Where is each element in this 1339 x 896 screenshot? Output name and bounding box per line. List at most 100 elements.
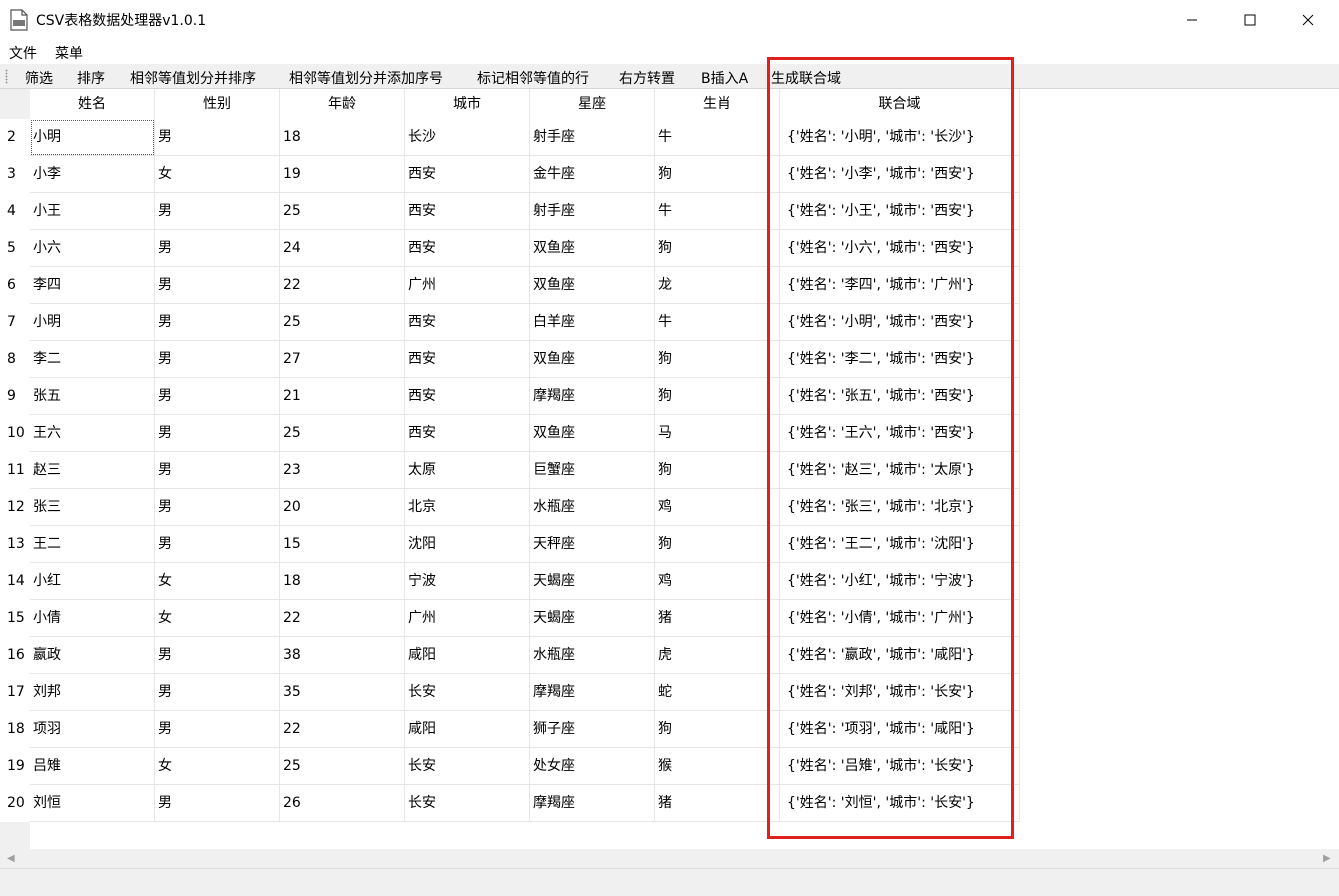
row-number[interactable]: 4	[0, 193, 30, 230]
cell-constellation[interactable]: 摩羯座	[530, 378, 655, 415]
cell-constellation[interactable]: 水瓶座	[530, 489, 655, 526]
cell-union-field[interactable]: {'姓名': '项羽', '城市': '咸阳'}	[780, 711, 1020, 748]
cell-city[interactable]: 西安	[405, 193, 530, 230]
cell-age[interactable]: 23	[280, 452, 405, 489]
cell-name[interactable]: 小倩	[30, 600, 155, 637]
cell-name[interactable]: 小明	[30, 304, 155, 341]
cell-name[interactable]: 王六	[30, 415, 155, 452]
row-number[interactable]: 11	[0, 452, 30, 489]
cell-age[interactable]: 35	[280, 674, 405, 711]
column-header-constellation[interactable]: 星座	[530, 89, 655, 119]
cell-city[interactable]: 西安	[405, 156, 530, 193]
row-number[interactable]: 5	[0, 230, 30, 267]
column-header-city[interactable]: 城市	[405, 89, 530, 119]
cell-zodiac[interactable]: 狗	[655, 230, 780, 267]
cell-zodiac[interactable]: 牛	[655, 193, 780, 230]
cell-city[interactable]: 西安	[405, 341, 530, 378]
cell-age[interactable]: 22	[280, 600, 405, 637]
row-number[interactable]: 2	[0, 119, 30, 156]
cell-union-field[interactable]: {'姓名': '张三', '城市': '北京'}	[780, 489, 1020, 526]
cell-city[interactable]: 西安	[405, 378, 530, 415]
row-number[interactable]: 7	[0, 304, 30, 341]
cell-union-field[interactable]: {'姓名': '吕雉', '城市': '长安'}	[780, 748, 1020, 785]
row-number[interactable]: 20	[0, 785, 30, 822]
cell-gender[interactable]: 男	[155, 489, 280, 526]
cell-zodiac[interactable]: 牛	[655, 119, 780, 156]
cell-gender[interactable]: 女	[155, 600, 280, 637]
mark-rows-button[interactable]: 标记相邻等值的行	[477, 68, 589, 88]
cell-name[interactable]: 王二	[30, 526, 155, 563]
cell-age[interactable]: 25	[280, 415, 405, 452]
cell-age[interactable]: 22	[280, 711, 405, 748]
cell-union-field[interactable]: {'姓名': '小六', '城市': '西安'}	[780, 230, 1020, 267]
sort-button[interactable]: 排序	[77, 68, 105, 88]
cell-zodiac[interactable]: 猪	[655, 785, 780, 822]
cell-gender[interactable]: 男	[155, 785, 280, 822]
cell-city[interactable]: 西安	[405, 230, 530, 267]
cell-constellation[interactable]: 天秤座	[530, 526, 655, 563]
minimize-button[interactable]	[1163, 0, 1221, 40]
cell-constellation[interactable]: 双鱼座	[530, 341, 655, 378]
row-number[interactable]: 9	[0, 378, 30, 415]
cell-zodiac[interactable]: 狗	[655, 711, 780, 748]
cell-union-field[interactable]: {'姓名': '小李', '城市': '西安'}	[780, 156, 1020, 193]
column-header-zodiac[interactable]: 生肖	[655, 89, 780, 119]
row-number[interactable]: 12	[0, 489, 30, 526]
cell-age[interactable]: 21	[280, 378, 405, 415]
cell-union-field[interactable]: {'姓名': '小倩', '城市': '广州'}	[780, 600, 1020, 637]
cell-name[interactable]: 嬴政	[30, 637, 155, 674]
cell-union-field[interactable]: {'姓名': '小明', '城市': '西安'}	[780, 304, 1020, 341]
cell-union-field[interactable]: {'姓名': '刘邦', '城市': '长安'}	[780, 674, 1020, 711]
cell-constellation[interactable]: 处女座	[530, 748, 655, 785]
row-number[interactable]: 19	[0, 748, 30, 785]
cell-gender[interactable]: 女	[155, 563, 280, 600]
cell-zodiac[interactable]: 鸡	[655, 563, 780, 600]
cell-constellation[interactable]: 摩羯座	[530, 674, 655, 711]
column-header-union-field[interactable]: 联合域	[780, 89, 1020, 119]
cell-gender[interactable]: 女	[155, 748, 280, 785]
cell-constellation[interactable]: 射手座	[530, 193, 655, 230]
cell-union-field[interactable]: {'姓名': '小明', '城市': '长沙'}	[780, 119, 1020, 156]
cell-constellation[interactable]: 摩羯座	[530, 785, 655, 822]
cell-zodiac[interactable]: 虎	[655, 637, 780, 674]
cell-name[interactable]: 李二	[30, 341, 155, 378]
cell-age[interactable]: 26	[280, 785, 405, 822]
cell-city[interactable]: 广州	[405, 267, 530, 304]
cell-name[interactable]: 刘邦	[30, 674, 155, 711]
column-header-name[interactable]: 姓名	[30, 89, 155, 119]
cell-zodiac[interactable]: 猴	[655, 748, 780, 785]
cell-constellation[interactable]: 射手座	[530, 119, 655, 156]
cell-zodiac[interactable]: 狗	[655, 341, 780, 378]
cell-name[interactable]: 小明	[30, 119, 155, 156]
scroll-right-icon[interactable]: ▶	[1323, 853, 1331, 864]
cell-gender[interactable]: 男	[155, 711, 280, 748]
row-number[interactable]: 6	[0, 267, 30, 304]
cell-city[interactable]: 长安	[405, 785, 530, 822]
menu-file[interactable]: 文件	[9, 43, 37, 63]
cell-union-field[interactable]: {'姓名': '嬴政', '城市': '咸阳'}	[780, 637, 1020, 674]
cell-union-field[interactable]: {'姓名': '小王', '城市': '西安'}	[780, 193, 1020, 230]
cell-union-field[interactable]: {'姓名': '王二', '城市': '沈阳'}	[780, 526, 1020, 563]
filter-button[interactable]: 筛选	[25, 68, 53, 88]
cell-age[interactable]: 24	[280, 230, 405, 267]
cell-name[interactable]: 小红	[30, 563, 155, 600]
horizontal-scrollbar[interactable]: ◀ ▶	[0, 849, 1339, 868]
b-insert-a-button[interactable]: B插入A	[701, 68, 748, 88]
row-number[interactable]: 8	[0, 341, 30, 378]
cell-name[interactable]: 张三	[30, 489, 155, 526]
cell-constellation[interactable]: 水瓶座	[530, 637, 655, 674]
cell-city[interactable]: 长安	[405, 674, 530, 711]
column-header-gender[interactable]: 性别	[155, 89, 280, 119]
cell-zodiac[interactable]: 狗	[655, 378, 780, 415]
cell-zodiac[interactable]: 蛇	[655, 674, 780, 711]
maximize-button[interactable]	[1221, 0, 1279, 40]
cell-gender[interactable]: 男	[155, 119, 280, 156]
cell-age[interactable]: 15	[280, 526, 405, 563]
cell-gender[interactable]: 男	[155, 674, 280, 711]
cell-constellation[interactable]: 狮子座	[530, 711, 655, 748]
cell-city[interactable]: 广州	[405, 600, 530, 637]
cell-gender[interactable]: 男	[155, 304, 280, 341]
cell-city[interactable]: 咸阳	[405, 637, 530, 674]
cell-union-field[interactable]: {'姓名': '张五', '城市': '西安'}	[780, 378, 1020, 415]
cell-city[interactable]: 北京	[405, 489, 530, 526]
